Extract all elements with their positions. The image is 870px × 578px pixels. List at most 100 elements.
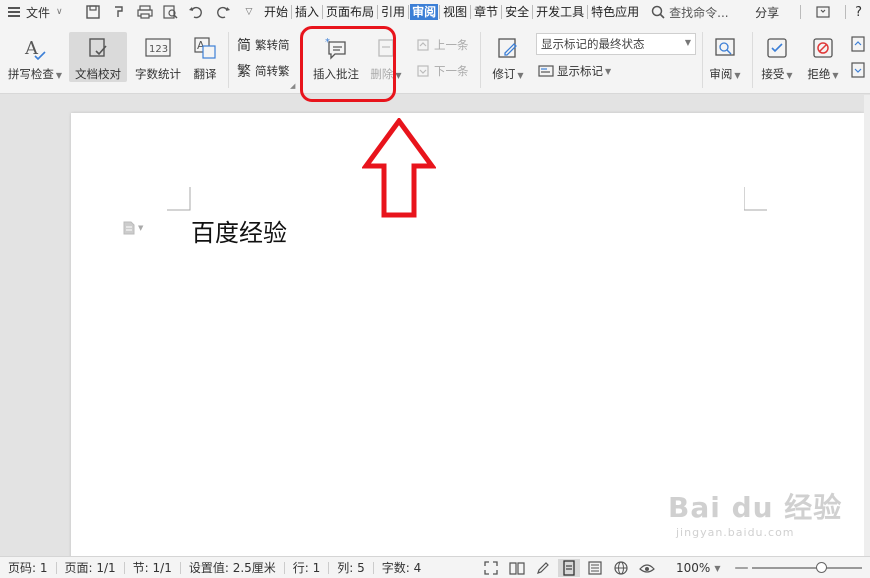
print-icon[interactable] xyxy=(136,3,154,21)
view-mode-icons xyxy=(480,559,662,577)
status-char-count[interactable]: 字数: 4 xyxy=(374,559,430,576)
paragraph-menu[interactable]: ▼ xyxy=(123,221,143,235)
tab-review[interactable]: 审阅 xyxy=(410,4,439,20)
file-menu[interactable]: 文件 ∨ xyxy=(0,4,80,21)
prev-comment-button[interactable]: 上一条 xyxy=(415,37,469,53)
print-preview-icon[interactable] xyxy=(162,3,180,21)
translate-label: 翻译 xyxy=(193,67,217,81)
markup-state-value: 显示标记的最终状态 xyxy=(541,37,645,51)
search-label: 查找命令... xyxy=(669,5,729,20)
next-comment-icon xyxy=(415,63,431,79)
page-view-icon[interactable] xyxy=(558,559,580,577)
share-button[interactable]: 分享 xyxy=(755,4,779,21)
reject-label: 拒绝 xyxy=(807,67,831,81)
prev-change-icon xyxy=(850,36,866,52)
format-painter-icon[interactable] xyxy=(110,3,128,21)
eye-protection-icon[interactable] xyxy=(636,559,658,577)
caret-down-icon: ▼ xyxy=(734,71,741,80)
help-button[interactable]: ? xyxy=(855,5,862,20)
translate-button[interactable]: A 翻译 xyxy=(188,34,222,82)
web-view-icon[interactable] xyxy=(610,559,632,577)
spell-check-icon: A xyxy=(21,34,49,62)
ribbon: A 拼写检查 ▼ 文档校对 123 字数统计 A 翻译 简 繁转简 繁 简转繁 *… xyxy=(0,24,870,94)
caret-down-icon: ▼ xyxy=(55,71,63,80)
accept-label: 接受 xyxy=(761,67,785,81)
ribbon-separator xyxy=(702,32,703,88)
markup-state-select[interactable]: 显示标记的最终状态 ▼ xyxy=(536,33,696,55)
prev-change-button[interactable] xyxy=(850,36,869,52)
watermark: Bai du 经验 jingyan.baidu.com xyxy=(668,486,842,539)
show-markup-button[interactable]: 显示标记 ▼ xyxy=(538,63,611,79)
redo-icon[interactable] xyxy=(214,3,232,21)
status-col[interactable]: 列: 5 xyxy=(329,559,373,576)
pen-icon[interactable] xyxy=(532,559,554,577)
customize-quickbar-icon[interactable]: ▽ xyxy=(240,3,258,21)
caret-down-icon: ▼ xyxy=(786,71,793,80)
zoom-slider-knob[interactable] xyxy=(816,562,827,573)
accept-button[interactable]: 接受 ▼ xyxy=(758,34,796,82)
tab-insert[interactable]: 插入 xyxy=(293,0,321,24)
collapse-ribbon-icon[interactable] xyxy=(812,3,834,21)
status-bar: 页码: 1 页面: 1/1 节: 1/1 设置值: 2.5厘米 行: 1 列: … xyxy=(0,556,870,578)
fullscreen-icon[interactable] xyxy=(480,559,502,577)
menu-separator xyxy=(501,5,503,19)
doc-proof-button[interactable]: 文档校对 xyxy=(69,32,127,82)
status-row[interactable]: 行: 1 xyxy=(285,559,329,576)
trad-to-simp-button[interactable]: 简 繁转简 xyxy=(236,37,290,54)
watermark-url: jingyan.baidu.com xyxy=(676,526,795,539)
status-position[interactable]: 设置值: 2.5厘米 xyxy=(181,559,284,576)
caret-down-icon: ▼ xyxy=(605,66,612,76)
reject-icon xyxy=(809,34,837,62)
menu-separator xyxy=(587,5,589,19)
track-changes-icon xyxy=(494,34,522,62)
ribbon-group-expander-icon[interactable]: ◢ xyxy=(290,82,295,90)
spell-check-button[interactable]: A 拼写检查 ▼ xyxy=(4,34,66,82)
ribbon-separator xyxy=(480,32,481,88)
next-comment-label: 下一条 xyxy=(434,64,469,78)
tab-references[interactable]: 引用 xyxy=(379,0,407,24)
simp-to-trad-button[interactable]: 繁 简转繁 xyxy=(236,63,290,80)
vertical-scrollbar[interactable] xyxy=(864,95,870,556)
command-search[interactable]: 查找命令... xyxy=(651,4,729,21)
document-text[interactable]: 百度经验 xyxy=(191,213,287,248)
review-pane-label: 审阅 xyxy=(709,67,733,81)
zoom-control[interactable]: 100% ▼ — xyxy=(676,560,748,576)
tab-features[interactable]: 特色应用 xyxy=(589,0,641,24)
tab-chapter[interactable]: 章节 xyxy=(472,0,500,24)
word-count-icon: 123 xyxy=(144,34,172,62)
status-section[interactable]: 节: 1/1 xyxy=(125,559,180,576)
save-icon[interactable] xyxy=(84,3,102,21)
zoom-value: 100% xyxy=(676,561,711,575)
tab-home[interactable]: 开始 xyxy=(262,0,290,24)
tab-security[interactable]: 安全 xyxy=(503,0,531,24)
document-icon xyxy=(123,221,135,235)
undo-icon[interactable] xyxy=(188,3,206,21)
reject-button[interactable]: 拒绝 ▼ xyxy=(804,34,842,82)
menu-separator xyxy=(470,5,472,19)
menu-separator xyxy=(845,5,847,19)
tab-page-layout[interactable]: 页面布局 xyxy=(324,0,376,24)
track-changes-button[interactable]: 修订 ▼ xyxy=(488,34,528,82)
menu-separator xyxy=(408,5,410,19)
review-pane-icon xyxy=(711,34,739,62)
word-count-button[interactable]: 123 字数统计 xyxy=(131,34,185,82)
accept-icon xyxy=(763,34,791,62)
reading-mode-icon[interactable] xyxy=(506,559,528,577)
status-pages[interactable]: 页面: 1/1 xyxy=(57,559,124,576)
prev-comment-icon xyxy=(415,37,431,53)
zoom-out-button[interactable]: — xyxy=(734,560,748,576)
hamburger-icon[interactable] xyxy=(8,7,20,17)
caret-down-icon: ▼ xyxy=(138,224,144,232)
zoom-slider[interactable] xyxy=(752,562,862,573)
tab-developer[interactable]: 开发工具 xyxy=(534,0,586,24)
review-pane-button[interactable]: 审阅 ▼ xyxy=(706,34,744,82)
trad-to-simp-label: 繁转简 xyxy=(255,38,290,52)
menu-separator xyxy=(291,5,293,19)
word-count-label: 字数统计 xyxy=(135,67,181,81)
trad-to-simp-icon: 简 xyxy=(237,38,251,54)
status-page-num[interactable]: 页码: 1 xyxy=(0,559,56,576)
tab-view[interactable]: 视图 xyxy=(441,0,469,24)
next-comment-button[interactable]: 下一条 xyxy=(415,63,469,79)
outline-view-icon[interactable] xyxy=(584,559,606,577)
next-change-button[interactable] xyxy=(850,62,869,78)
